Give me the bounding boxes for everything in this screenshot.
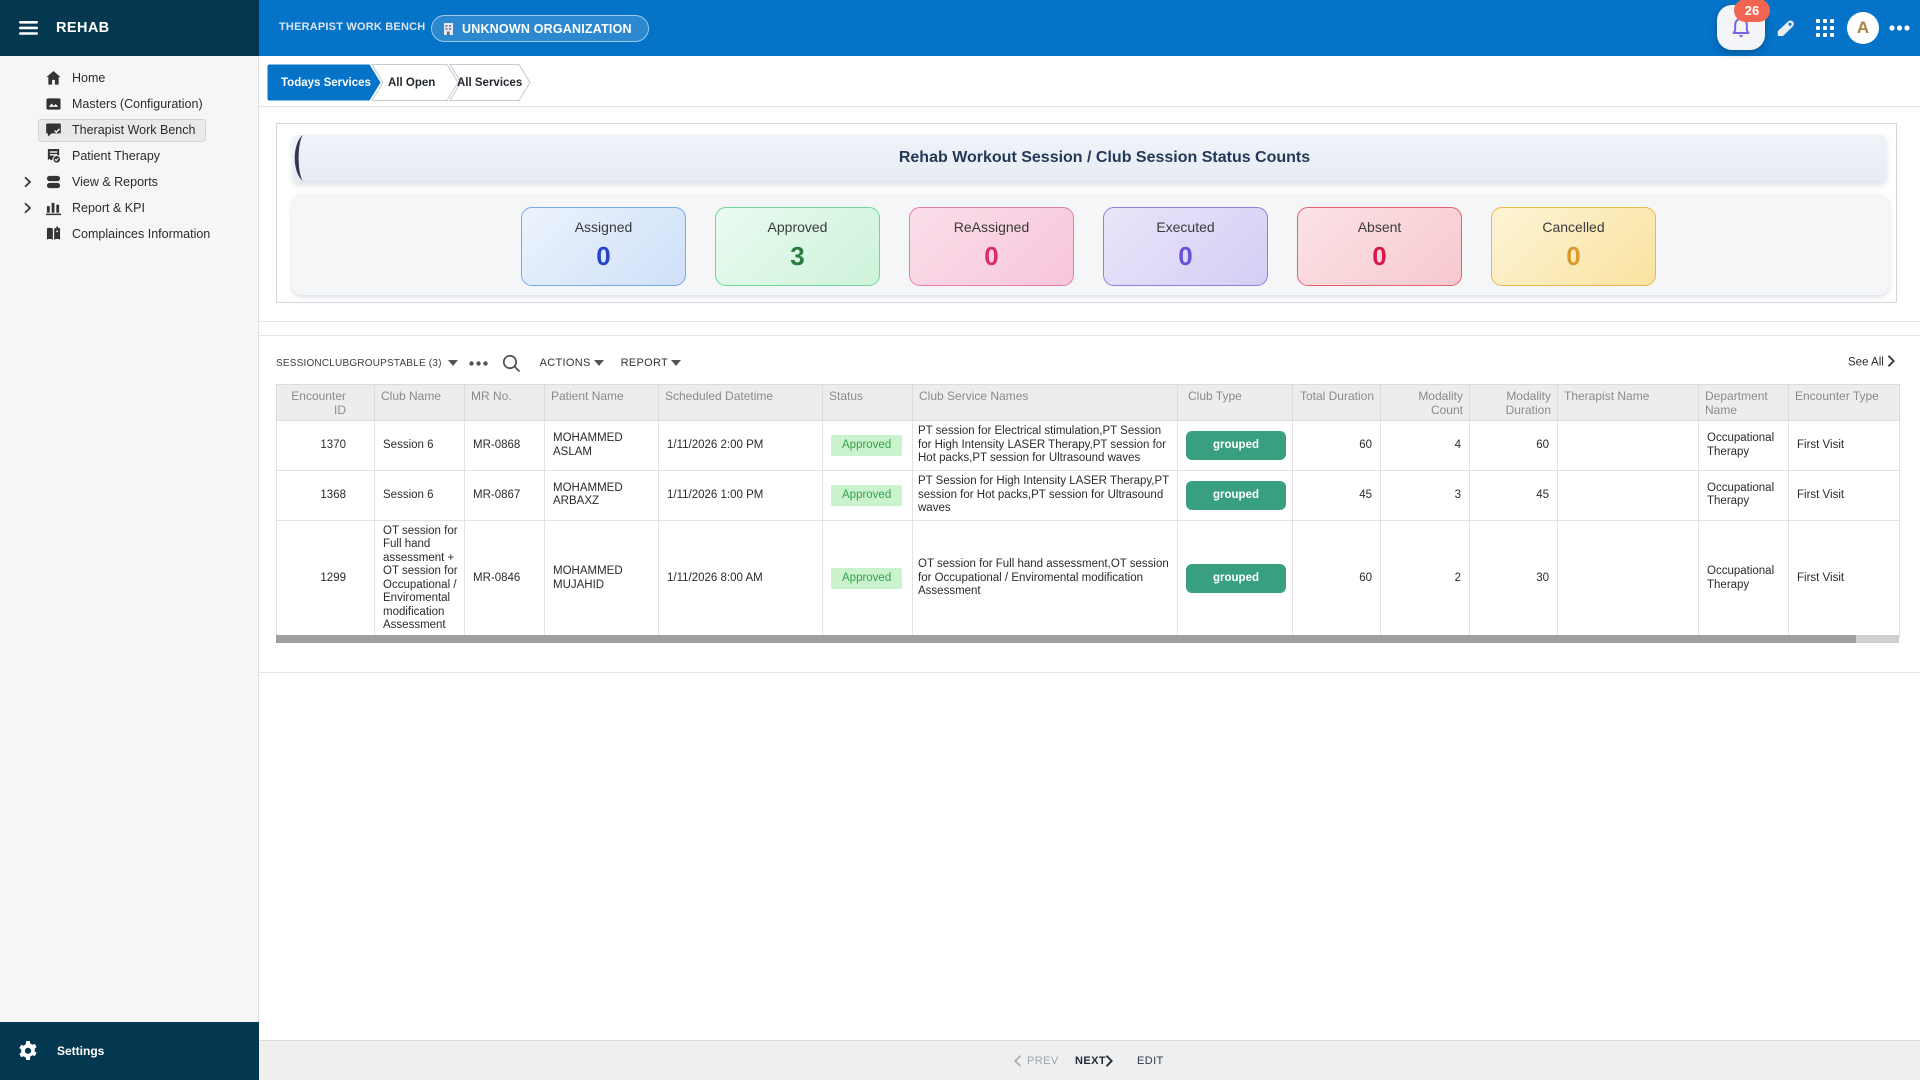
svg-text:Todays Services: Todays Services — [281, 77, 371, 89]
svg-text:All Services: All Services — [457, 77, 522, 89]
svg-text:All Open: All Open — [388, 77, 435, 89]
